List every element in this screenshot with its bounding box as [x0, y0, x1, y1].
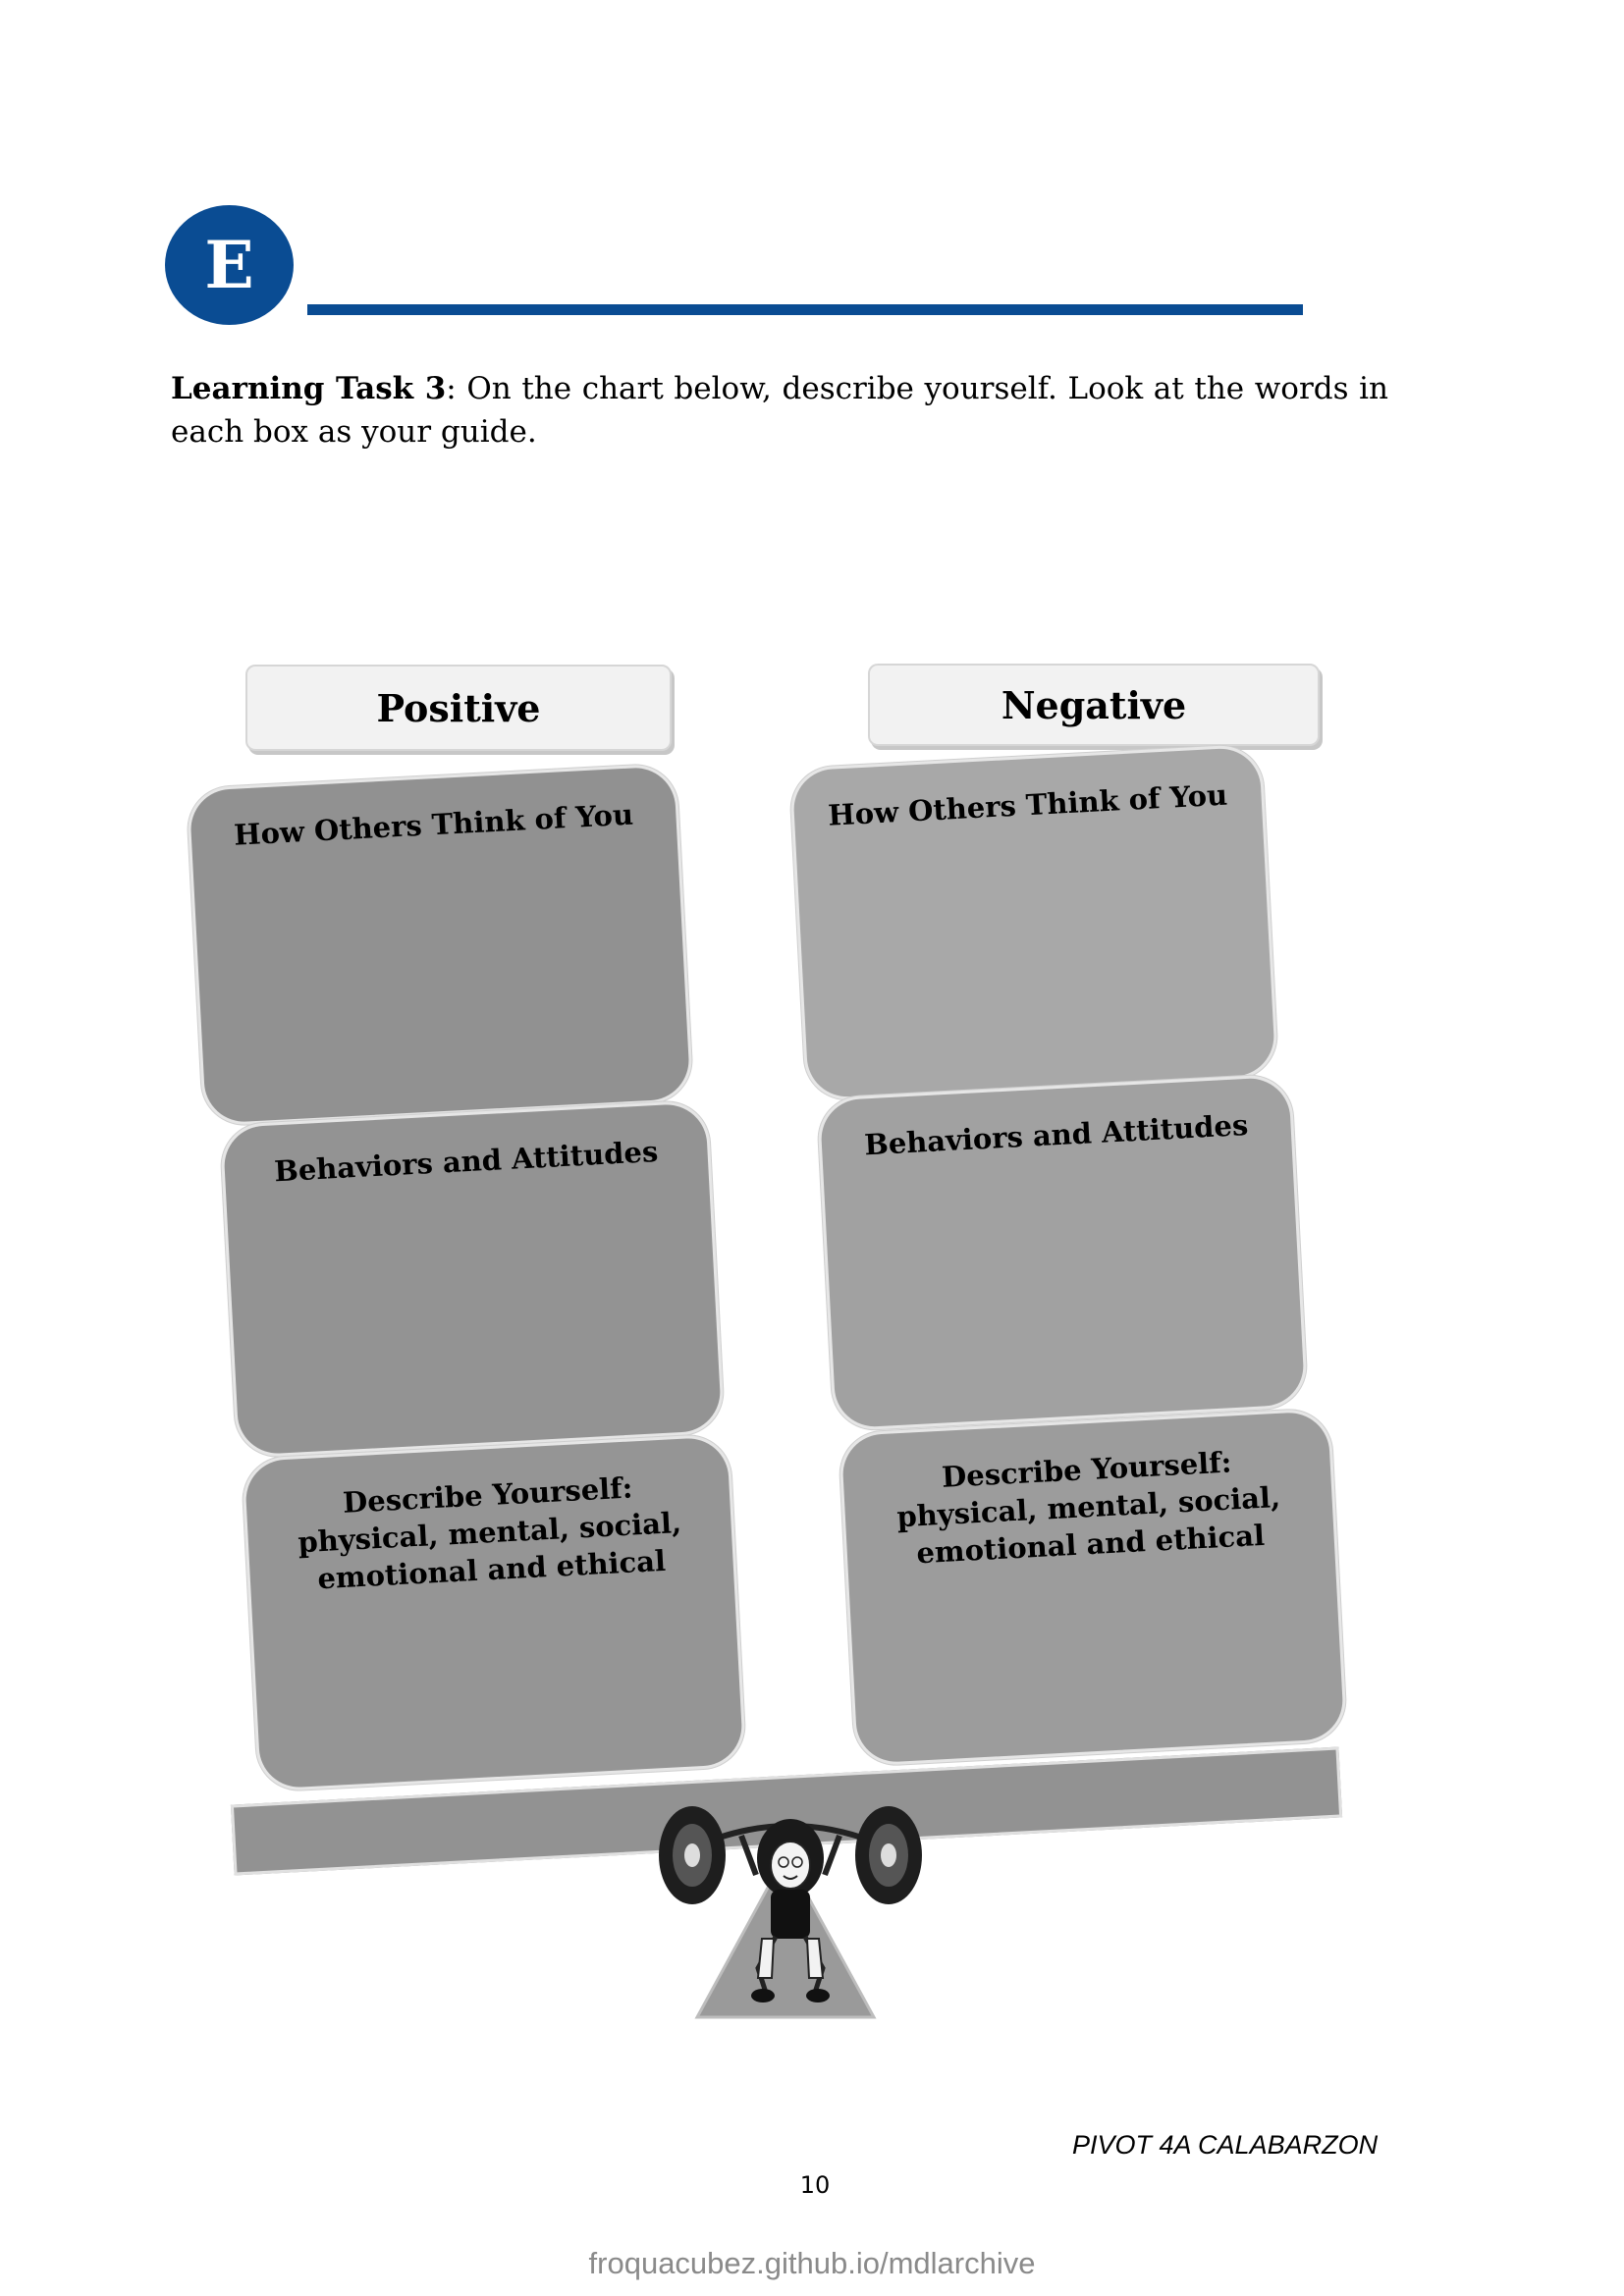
positive-box-describe[interactable]: Describe Yourself: physical, mental, soc… [241, 1433, 747, 1792]
section-letter: E [204, 227, 254, 303]
positive-box-others[interactable]: How Others Think of You [186, 763, 694, 1127]
section-badge: E [165, 205, 294, 325]
page-number: 10 [799, 2171, 831, 2199]
negative-header: Negative [868, 664, 1320, 746]
box-label: Behaviors and Attitudes [273, 1134, 660, 1189]
header-rule [307, 304, 1303, 315]
negative-box-others[interactable]: How Others Think of You [788, 743, 1279, 1102]
positive-box-behaviors[interactable]: Behaviors and Attitudes [219, 1099, 726, 1459]
watermark: froquacubez.github.io/mdlarchive [588, 2246, 1036, 2280]
task-label: Learning Task 3 [171, 371, 447, 406]
negative-box-behaviors[interactable]: Behaviors and Attitudes [816, 1073, 1309, 1432]
instructions: Learning Task 3: On the chart below, des… [171, 367, 1388, 454]
box-label: Describe Yourself: physical, mental, soc… [895, 1445, 1281, 1571]
footer-brand: PIVOT 4A CALABARZON [1072, 2130, 1379, 2160]
box-label: Behaviors and Attitudes [863, 1107, 1250, 1162]
weightlifter-icon [659, 1806, 922, 2002]
box-label: How Others Think of You [233, 797, 634, 852]
positive-header: Positive [245, 665, 672, 751]
negative-box-describe[interactable]: Describe Yourself: physical, mental, soc… [838, 1408, 1348, 1767]
box-label: Describe Yourself: physical, mental, soc… [297, 1470, 682, 1596]
box-label: How Others Think of You [827, 777, 1228, 832]
